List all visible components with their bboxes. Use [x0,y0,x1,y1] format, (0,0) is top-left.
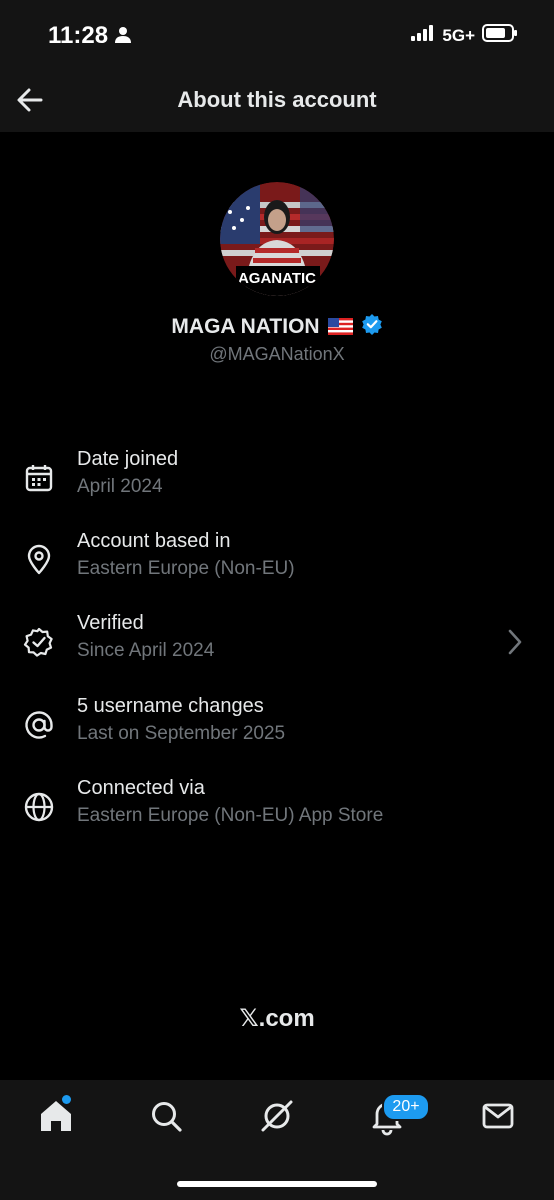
verified-badge-icon [23,626,55,658]
person-icon [114,26,132,49]
globe-icon [23,791,55,823]
display-name: MAGA NATION [171,314,320,338]
row-subtitle: April 2024 [77,476,163,497]
row-title: 5 username changes [77,695,264,717]
header: About this account [0,70,554,132]
row-title: Verified [77,612,144,634]
x-dot-com-link[interactable]: 𝕏.com [0,1004,554,1033]
grok-icon[interactable] [257,1096,297,1136]
notification-badge: 20+ [382,1093,430,1121]
handle: @MAGANationX [209,344,345,364]
chevron-right-icon[interactable] [504,628,526,656]
row-connected-via: Connected via Eastern Europe (Non-EU) Ap… [0,777,554,839]
row-subtitle: Eastern Europe (Non-EU) [77,558,295,579]
row-username-changes: 5 username changes Last on September 202… [0,695,554,757]
home-unread-dot [62,1095,71,1104]
page-title: About this account [177,87,377,112]
avatar-text: AGANATIC [238,270,316,287]
row-verified[interactable]: Verified Since April 2024 [0,612,554,674]
battery-icon [482,24,518,47]
row-account-based-in: Account based in Eastern Europe (Non-EU) [0,530,554,592]
verified-checkmark-icon [361,313,383,340]
status-bar: 11:28 5G+ [0,0,554,70]
row-subtitle: Last on September 2025 [77,723,286,744]
status-time: 11:28 [48,22,109,49]
avatar[interactable]: AGANATIC [220,182,334,296]
at-sign-icon [23,709,55,741]
calendar-icon [23,462,55,494]
status-indicators: 5G+ [411,24,518,47]
search-icon[interactable] [146,1096,186,1136]
row-title: Connected via [77,777,205,799]
profile-name-row: MAGA NATION [0,313,554,340]
messages-icon[interactable] [478,1096,518,1136]
home-indicator[interactable] [177,1181,377,1187]
row-title: Date joined [77,448,179,470]
row-subtitle: Eastern Europe (Non-EU) App Store [77,805,384,826]
network-label: 5G+ [442,25,475,45]
row-subtitle: Since April 2024 [77,640,215,661]
location-pin-icon [23,544,55,576]
us-flag-icon [327,318,353,335]
row-date-joined: Date joined April 2024 [0,448,554,510]
signal-icon [411,25,435,46]
row-title: Account based in [77,530,231,552]
